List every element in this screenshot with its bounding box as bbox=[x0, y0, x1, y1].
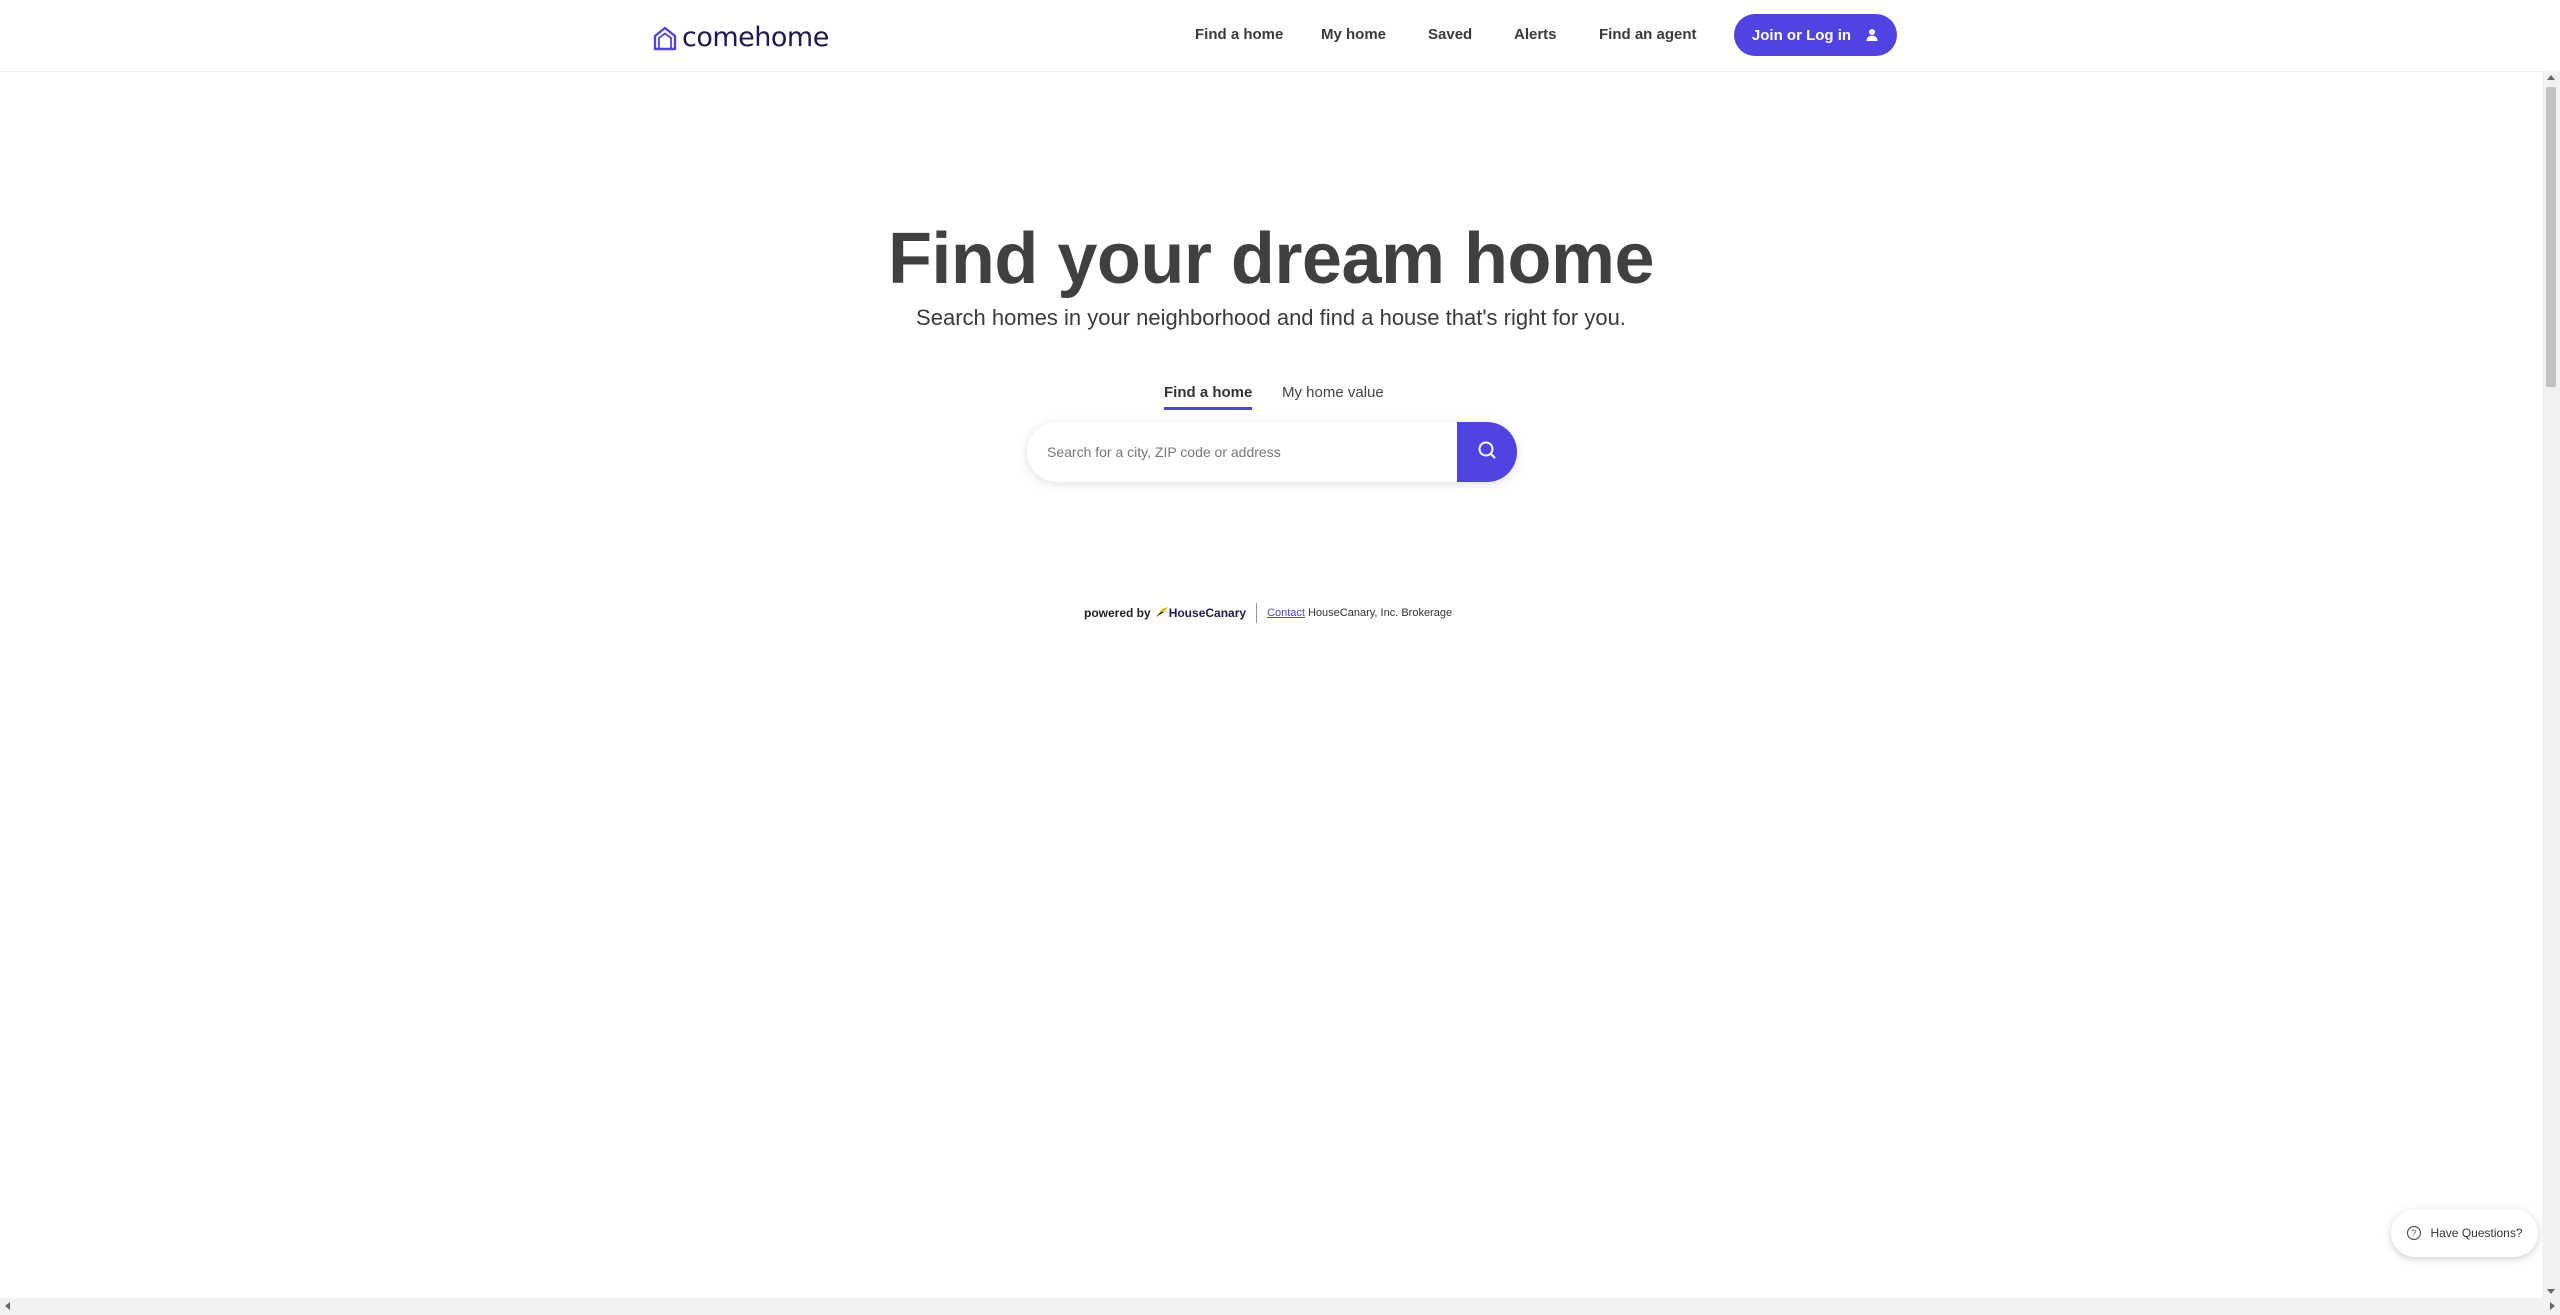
nav-my-home[interactable]: My home bbox=[1321, 26, 1386, 43]
user-icon bbox=[1865, 28, 1879, 42]
nav-find-an-agent[interactable]: Find an agent bbox=[1599, 26, 1697, 43]
join-label: Join or Log in bbox=[1751, 26, 1852, 44]
scroll-down-arrow-icon[interactable] bbox=[2547, 1289, 2555, 1294]
site-header: comehome Find a home My home Saved Alert… bbox=[0, 0, 2542, 72]
powered-by-text: powered by bbox=[1084, 606, 1151, 620]
chat-question-icon: ? bbox=[2406, 1225, 2422, 1241]
search-bar bbox=[1027, 422, 1517, 482]
comehome-logo[interactable]: comehome bbox=[652, 22, 829, 53]
horizontal-scrollbar[interactable] bbox=[0, 1298, 2560, 1315]
nav-alerts[interactable]: Alerts bbox=[1514, 26, 1557, 43]
page-subtitle: Search homes in your neighborhood and fi… bbox=[916, 305, 1626, 330]
scrollbar-thumb[interactable] bbox=[2546, 87, 2556, 387]
housecanary-bird-icon bbox=[1155, 606, 1169, 621]
house-logo-icon bbox=[652, 25, 678, 51]
search-button[interactable] bbox=[1457, 422, 1517, 482]
housecanary-logo: HouseCanary bbox=[1155, 606, 1246, 621]
contact-link[interactable]: Contact bbox=[1267, 607, 1305, 619]
footer-divider bbox=[1256, 603, 1258, 623]
search-input[interactable] bbox=[1027, 422, 1457, 482]
logo-text: comehome bbox=[682, 22, 829, 53]
svg-text:?: ? bbox=[2412, 1228, 2417, 1238]
have-questions-label: Have Questions? bbox=[2430, 1226, 2523, 1240]
scroll-left-arrow-icon[interactable] bbox=[5, 1302, 10, 1310]
scroll-right-arrow-icon[interactable] bbox=[2550, 1302, 2555, 1310]
tab-my-home-value[interactable]: My home value bbox=[1282, 384, 1384, 407]
brokerage-text: HouseCanary, Inc. Brokerage bbox=[1307, 607, 1453, 619]
nav-saved[interactable]: Saved bbox=[1428, 26, 1472, 43]
search-icon bbox=[1477, 440, 1497, 465]
tab-find-a-home[interactable]: Find a home bbox=[1164, 384, 1253, 410]
nav-find-a-home[interactable]: Find a home bbox=[1195, 26, 1283, 43]
housecanary-brand: HouseCanary bbox=[1168, 606, 1247, 620]
powered-by-footer: powered by HouseCanary Contact HouseCana… bbox=[1084, 603, 1452, 623]
vertical-scrollbar[interactable] bbox=[2542, 71, 2560, 1298]
join-or-login-button[interactable]: Join or Log in bbox=[1734, 14, 1897, 56]
scroll-up-arrow-icon[interactable] bbox=[2547, 75, 2555, 80]
page-title: Find your dream home bbox=[887, 219, 1655, 299]
have-questions-button[interactable]: ? Have Questions? bbox=[2391, 1209, 2538, 1257]
